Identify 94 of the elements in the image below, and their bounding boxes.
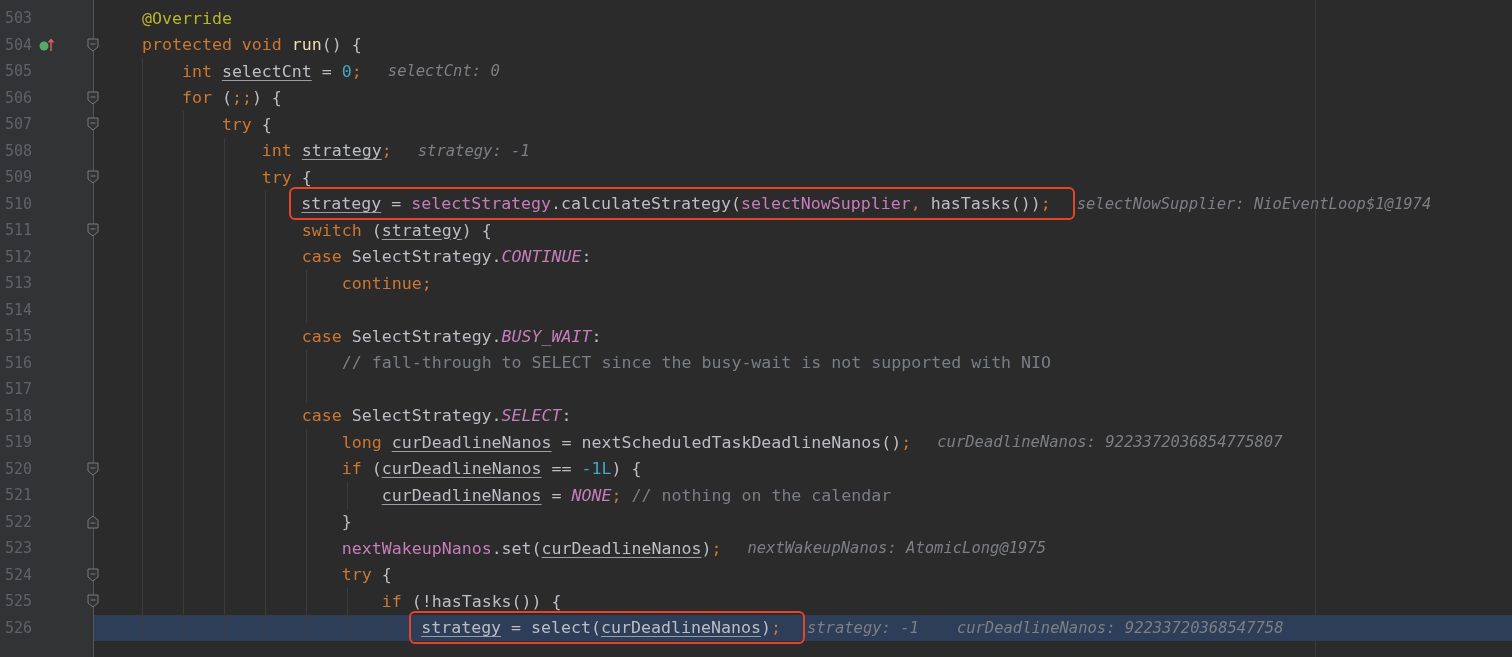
punctuation: ;; (231, 88, 252, 108)
local-variable: curDeadlineNanos (381, 459, 542, 479)
fold-collapse-icon[interactable] (87, 117, 99, 131)
constant-name: SELECT (501, 406, 562, 426)
keyword: case (301, 326, 343, 346)
keyword: case (301, 406, 343, 426)
inlay-hint: strategy: -1 (417, 141, 530, 160)
code-text: SelectStrategy. (351, 247, 502, 267)
inlay-hint: selectCnt: 0 (387, 62, 500, 81)
code-text: : (591, 326, 602, 346)
annotation: @Override (141, 8, 232, 28)
inlay-hint: nextWakeupNanos: AtomicLong@1975 (747, 539, 1047, 558)
constant-name: NONE (571, 485, 612, 505)
local-variable: strategy (301, 194, 382, 214)
keyword: try (341, 565, 373, 585)
keyword: continue (341, 273, 422, 293)
keyword: int (261, 141, 293, 161)
keyword: protected void (141, 35, 283, 55)
inlay-hint: selectNowSupplier: NioEventLoop$1@1974 (1076, 194, 1432, 213)
code-text: } (341, 512, 352, 532)
keyword: try (221, 114, 253, 134)
field-name: nextWakeupNanos (341, 538, 492, 558)
local-variable: strategy (381, 220, 462, 240)
fold-collapse-icon[interactable] (87, 461, 99, 476)
code-text: ) { (251, 88, 282, 108)
code-text: ) (701, 538, 712, 558)
code-text: .set( (491, 538, 542, 558)
fold-collapse-icon[interactable] (87, 170, 99, 184)
number-literal: 0 (341, 61, 352, 81)
code-text: = (390, 194, 403, 214)
code-comment: // fall-through to SELECT since the busy-wait is not supported with NIO (341, 353, 1052, 373)
code-text: ) { (611, 459, 642, 479)
code-text: ( (371, 220, 382, 240)
punctuation: ; (901, 432, 912, 452)
punctuation: ; (421, 273, 432, 293)
code-text: ) (760, 618, 771, 638)
fold-collapse-icon[interactable] (87, 567, 99, 582)
code-text: ( (371, 459, 382, 479)
code-text: (!hasTasks()) { (411, 591, 562, 611)
punctuation: , (910, 194, 922, 214)
code-text: : (561, 406, 572, 426)
inlay-hint: curDeadlineNanos: 92233720368547758 (956, 618, 1284, 637)
number-literal: -1L (581, 459, 612, 479)
code-text: ) { (461, 220, 492, 240)
inlay-hint: curDeadlineNanos: 9223372036854775807 (937, 433, 1283, 452)
punctuation: ; (381, 141, 392, 161)
local-variable: strategy (421, 618, 502, 638)
fold-collapse-icon[interactable] (87, 37, 99, 52)
code-text: { (301, 167, 312, 187)
code-text: { (381, 565, 392, 585)
constant-name: CONTINUE (501, 247, 582, 267)
keyword: switch (301, 220, 363, 240)
keyword: if (381, 591, 403, 611)
method-name: run (291, 35, 322, 55)
keyword: try (261, 167, 293, 187)
keyword: long (341, 432, 383, 452)
code-text: hasTasks()) (930, 194, 1041, 214)
code-text: : (581, 247, 592, 267)
punctuation: ; (770, 618, 781, 638)
code-text: = (320, 61, 333, 81)
fold-collapse-icon[interactable] (87, 90, 99, 105)
circle-up-arrow-icon[interactable] (39, 37, 55, 52)
punctuation: ; (1040, 194, 1051, 214)
constant-name: BUSY_WAIT (501, 326, 592, 346)
code-text: SelectStrategy. (351, 406, 502, 426)
local-variable: curDeadlineNanos (381, 485, 542, 505)
code-text: ( (221, 88, 232, 108)
local-variable: selectCnt (221, 61, 312, 81)
code-text: SelectStrategy. (351, 326, 502, 346)
code-text: == (550, 459, 573, 479)
keyword: for (181, 88, 213, 108)
inlay-hint: strategy: -1 (806, 618, 919, 637)
code-text: = (550, 485, 563, 505)
code-text: { (261, 114, 272, 134)
field-name: selectNowSupplier (740, 194, 911, 214)
local-variable: strategy (301, 141, 382, 161)
fold-collapse-icon[interactable] (87, 223, 99, 237)
code-text: () { (321, 35, 362, 55)
keyword: case (301, 247, 343, 267)
code-text: = nextScheduledTaskDeadlineNanos() (560, 432, 902, 452)
punctuation: ; (711, 538, 722, 558)
code-comment: // nothing on the calendar (630, 485, 892, 505)
local-variable: curDeadlineNanos (391, 432, 552, 452)
field-name: selectStrategy (411, 194, 552, 214)
punctuation: ; (351, 61, 362, 81)
code-text: = select( (510, 618, 602, 638)
fold-end-icon[interactable] (87, 514, 99, 529)
local-variable: curDeadlineNanos (541, 538, 702, 558)
keyword: int (181, 61, 213, 81)
punctuation: ; (611, 485, 622, 505)
fold-collapse-icon[interactable] (87, 594, 99, 608)
local-variable: curDeadlineNanos (601, 618, 761, 638)
keyword: if (341, 459, 363, 479)
code-text: .calculateStrategy( (551, 194, 741, 214)
